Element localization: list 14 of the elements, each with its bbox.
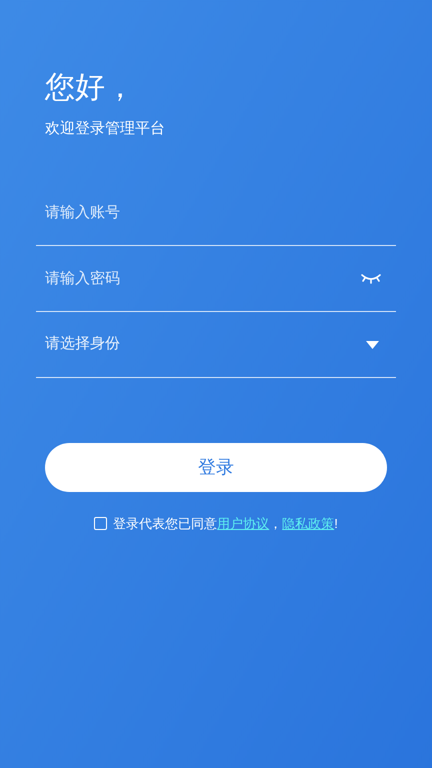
privacy-policy-link[interactable]: 隐私政策 bbox=[282, 514, 334, 533]
separator: ， bbox=[269, 514, 282, 532]
closed-eye-icon[interactable] bbox=[360, 272, 382, 284]
subtitle: 欢迎登录管理平台 bbox=[45, 119, 166, 139]
exclamation: ! bbox=[334, 514, 338, 532]
role-select[interactable]: 请选择身份 bbox=[36, 312, 396, 376]
greeting-heading: 您好， bbox=[45, 70, 136, 106]
user-agreement-link[interactable]: 用户协议 bbox=[217, 514, 270, 533]
agreement-checkbox[interactable] bbox=[94, 516, 108, 530]
agreement-text: 登录代表您已同意 bbox=[113, 514, 218, 532]
account-input[interactable]: 请输入账号 bbox=[36, 180, 396, 244]
dropdown-icon bbox=[366, 340, 379, 348]
password-input[interactable]: 请输入密码 bbox=[36, 246, 360, 310]
login-button[interactable]: 登录 bbox=[45, 442, 387, 492]
